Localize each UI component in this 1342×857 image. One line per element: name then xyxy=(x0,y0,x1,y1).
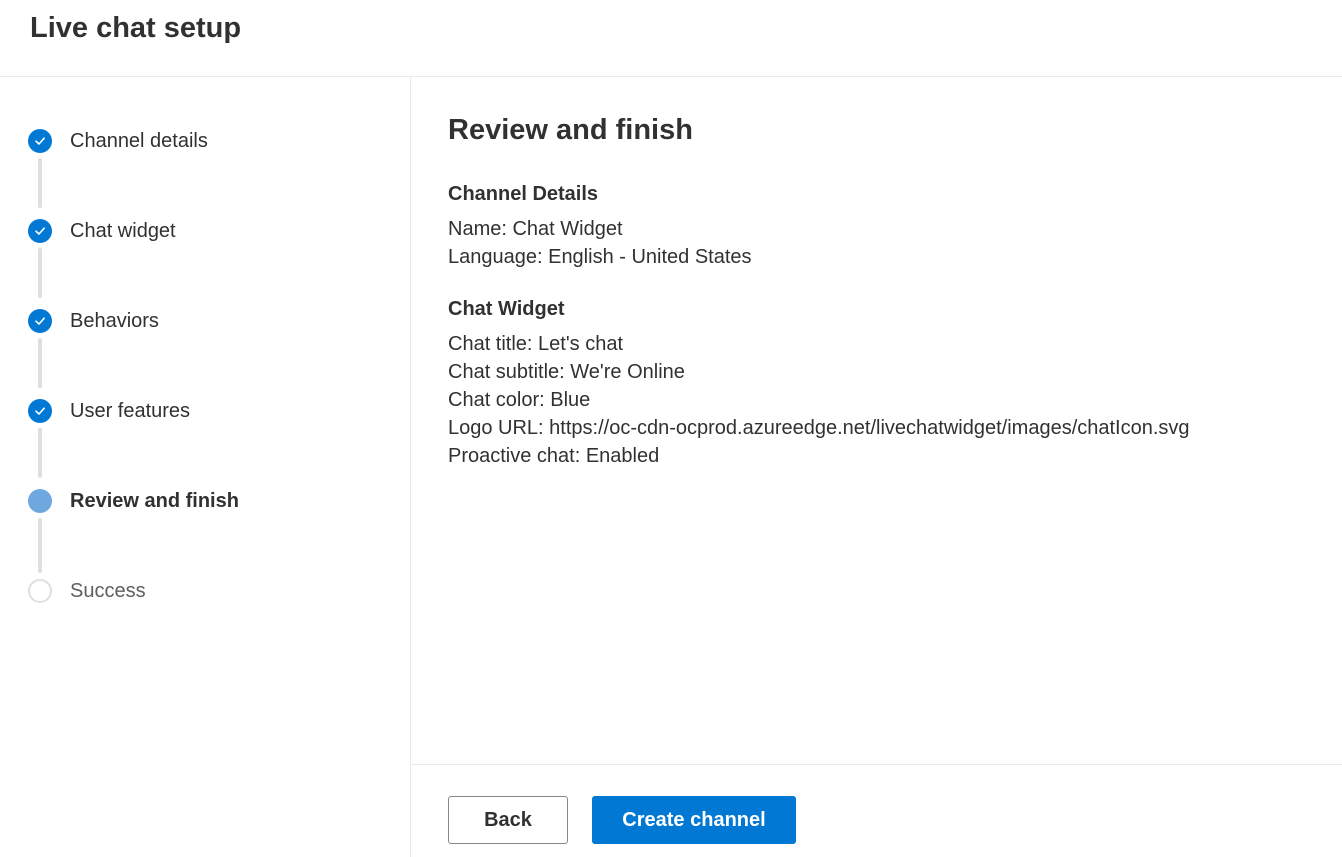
back-button[interactable]: Back xyxy=(448,796,568,844)
page-header: Live chat setup xyxy=(0,0,1342,77)
step-behaviors[interactable]: Behaviors xyxy=(28,309,159,333)
section-page-title: Review and finish xyxy=(448,114,693,146)
checkmark-icon xyxy=(35,407,45,415)
chat-color-value: Chat color: Blue xyxy=(448,389,591,411)
review-panel: Review and finish Channel Details Name: … xyxy=(411,77,1342,765)
step-current-indicator xyxy=(28,489,52,513)
step-label: Review and finish xyxy=(70,489,239,512)
step-channel-details[interactable]: Channel details xyxy=(28,129,208,153)
create-channel-button[interactable]: Create channel xyxy=(592,796,796,844)
checkmark-icon xyxy=(35,227,45,235)
step-user-features[interactable]: User features xyxy=(28,399,190,423)
step-connector xyxy=(38,158,42,208)
checkmark-icon xyxy=(35,137,45,145)
chat-widget-heading: Chat Widget xyxy=(448,298,565,320)
logo-url-value: Logo URL: https://oc-cdn-ocprod.azureedg… xyxy=(448,417,1190,439)
step-label: User features xyxy=(70,399,191,422)
step-label: Behaviors xyxy=(70,309,159,332)
channel-name-value: Name: Chat Widget xyxy=(448,218,623,240)
step-completed-indicator xyxy=(28,129,52,153)
step-connector xyxy=(38,338,42,388)
page-title: Live chat setup xyxy=(30,12,242,44)
step-completed-indicator xyxy=(28,219,52,243)
channel-details-heading: Channel Details xyxy=(448,183,599,205)
wizard-steps-sidebar: Channel details Chat widget Behaviors Us… xyxy=(0,77,411,857)
step-label: Chat widget xyxy=(70,219,176,242)
step-label: Channel details xyxy=(70,129,208,152)
wizard-footer: Back Create channel xyxy=(411,765,1342,857)
step-connector xyxy=(38,248,42,298)
step-chat-widget[interactable]: Chat widget xyxy=(28,219,176,243)
chat-subtitle-value: Chat subtitle: We're Online xyxy=(448,361,685,383)
step-success: Success xyxy=(28,579,146,603)
step-review-and-finish[interactable]: Review and finish xyxy=(28,489,239,513)
step-connector xyxy=(38,518,42,573)
step-pending-indicator xyxy=(28,579,52,603)
step-completed-indicator xyxy=(28,309,52,333)
chat-title-value: Chat title: Let's chat xyxy=(448,333,624,355)
step-completed-indicator xyxy=(28,399,52,423)
step-connector xyxy=(38,428,42,478)
channel-language-value: Language: English - United States xyxy=(448,246,752,268)
checkmark-icon xyxy=(35,317,45,325)
proactive-chat-value: Proactive chat: Enabled xyxy=(448,445,660,467)
step-label: Success xyxy=(70,579,146,602)
